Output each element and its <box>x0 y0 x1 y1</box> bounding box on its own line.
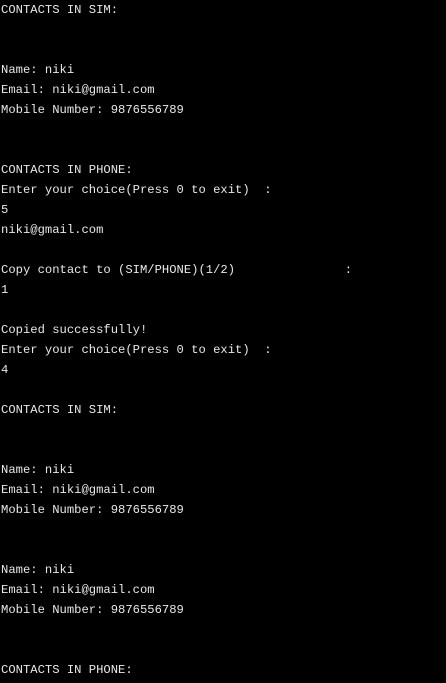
console-line-name: Name: niki <box>1 463 75 477</box>
console-line-success: Copied successfully! <box>1 323 148 337</box>
console-line-user-input: 4 <box>1 363 9 377</box>
console-line-mobile: Mobile Number: 9876556789 <box>1 103 184 117</box>
console-line-phone-header: CONTACTS IN PHONE: <box>1 663 133 677</box>
console-line-sim-header: CONTACTS IN SIM: <box>1 403 119 417</box>
console-output[interactable]: CONTACTS IN SIM: Name: niki Email: niki@… <box>1 0 446 683</box>
console-line-choice-prompt: Enter your choice(Press 0 to exit) : <box>1 183 272 197</box>
console-line-email: Email: niki@gmail.com <box>1 583 155 597</box>
console-line-mobile: Mobile Number: 9876556789 <box>1 603 184 617</box>
console-line-choice-prompt: Enter your choice(Press 0 to exit) : <box>1 343 272 357</box>
console-line-phone-header: CONTACTS IN PHONE: <box>1 163 133 177</box>
console-line-user-input: 1 <box>1 283 9 297</box>
console-line-user-input: 5 <box>1 203 9 217</box>
console-line-email: Email: niki@gmail.com <box>1 483 155 497</box>
console-line-name: Name: niki <box>1 563 75 577</box>
console-line-sim-header: CONTACTS IN SIM: <box>1 3 119 17</box>
console-line-mobile: Mobile Number: 9876556789 <box>1 503 184 517</box>
console-line-user-input: niki@gmail.com <box>1 223 104 237</box>
console-line-name: Name: niki <box>1 63 75 77</box>
console-line-email: Email: niki@gmail.com <box>1 83 155 97</box>
console-line-copy-prompt: Copy contact to (SIM/PHONE)(1/2) : <box>1 263 353 277</box>
